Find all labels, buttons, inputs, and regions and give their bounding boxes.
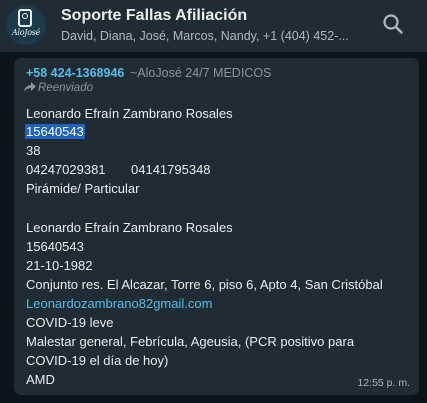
message-line: 15640543: [26, 239, 84, 254]
message-line: Malestar general, Febrícula, Ageusia, (P…: [26, 334, 355, 349]
email-link[interactable]: Leonardozambrano82gmail.com: [26, 296, 212, 311]
message-line-selected: 15640543: [25, 124, 85, 139]
chat-title[interactable]: Soporte Fallas Afiliación: [61, 7, 247, 25]
search-icon: [383, 14, 403, 34]
message-line: Leonardo Efraín Zambrano Rosales: [26, 220, 233, 235]
message-line: 04247029381: [26, 162, 106, 177]
message-line: Leonardo Efraín Zambrano Rosales: [26, 106, 233, 121]
message-line: COVID-19 el día de hoy): [26, 353, 169, 368]
message-line: Pirámide/ Particular: [26, 181, 140, 196]
forward-icon: [24, 82, 36, 92]
message-line: 04141795348: [131, 162, 211, 177]
group-avatar[interactable]: AloJosé: [6, 5, 46, 45]
message-line: 38: [26, 143, 41, 158]
chat-participants[interactable]: David, Diana, José, Marcos, Nandy, +1 (4…: [61, 29, 349, 43]
message-line: 21-10-1982: [26, 258, 93, 273]
message-line: COVID-19 leve: [26, 315, 114, 330]
message-timestamp: 12:55 p. m.: [357, 377, 410, 389]
forwarded-label: Reenviado: [24, 82, 93, 94]
message-line: Conjunto res. El Alcazar, Torre 6, piso …: [26, 277, 383, 292]
forwarded-text: Reenviado: [38, 82, 93, 94]
chat-header[interactable]: AloJosé Soporte Fallas Afiliación David,…: [0, 0, 427, 52]
sender-phone[interactable]: +58 424-1368946: [26, 66, 124, 80]
phone-logo-icon: [18, 9, 32, 27]
message-bubble[interactable]: +58 424-1368946 ~AloJosé 24/7 MEDICOS Re…: [14, 58, 419, 395]
message-line: AMD: [26, 372, 55, 387]
sender-name: ~AloJosé 24/7 MEDICOS: [130, 66, 272, 80]
selected-text: 15640543: [25, 124, 85, 139]
avatar-logo-text: AloJosé: [12, 28, 40, 37]
search-button[interactable]: [380, 11, 406, 37]
